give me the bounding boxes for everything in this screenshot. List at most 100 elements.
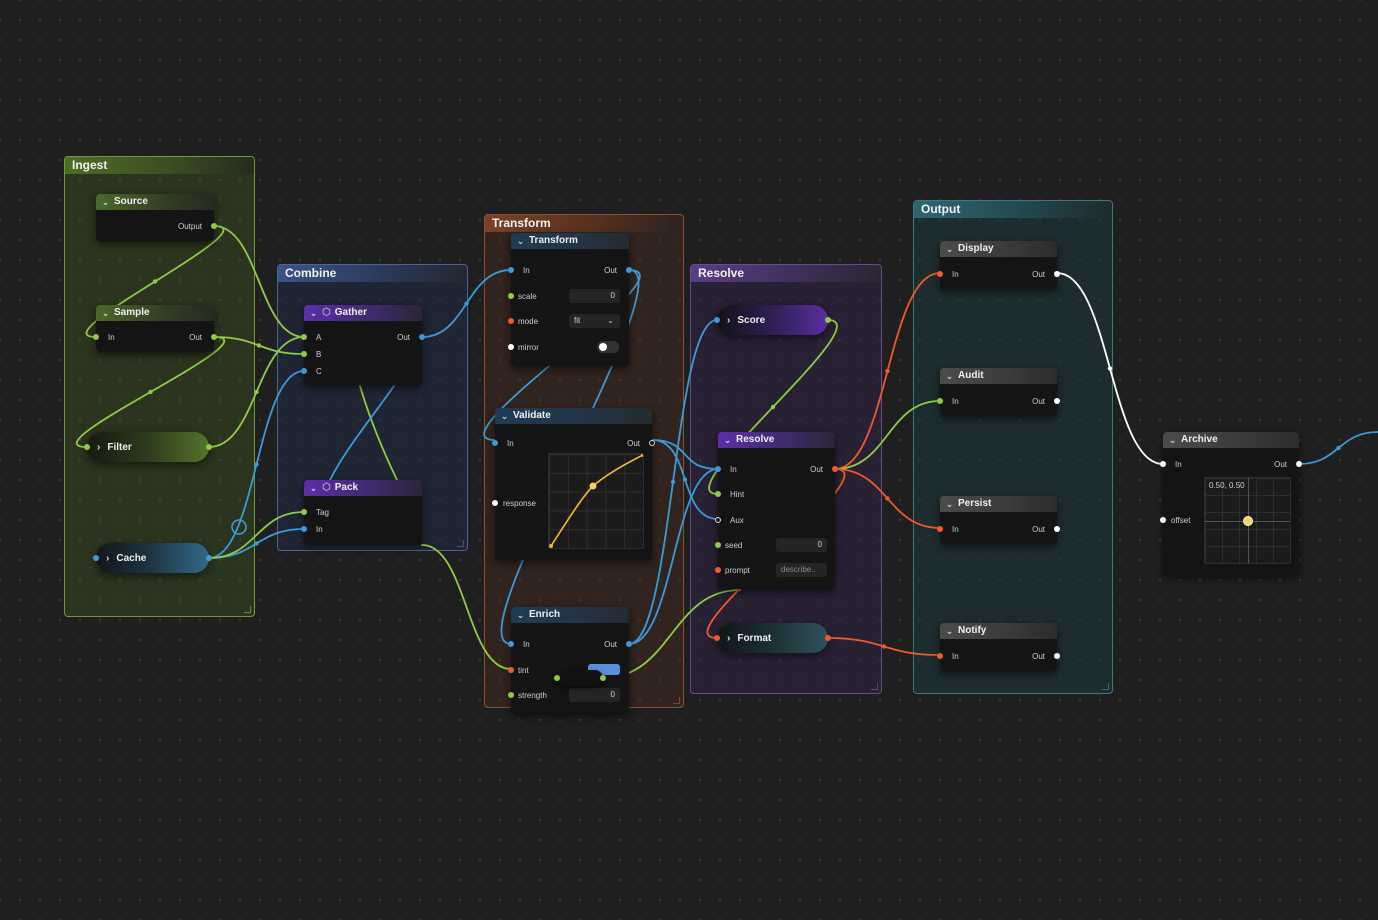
frame-resize-handle[interactable]	[1102, 683, 1109, 690]
param-socket[interactable]	[508, 318, 514, 324]
output-socket[interactable]	[1054, 398, 1060, 404]
output-socket[interactable]	[211, 223, 217, 229]
node-filter-collapsed[interactable]: › Filter	[84, 432, 212, 462]
reroute-knot[interactable]	[554, 670, 606, 686]
input-socket[interactable]	[937, 271, 943, 277]
frame-resize-handle[interactable]	[871, 683, 878, 690]
input-socket[interactable]	[714, 317, 720, 323]
input-socket[interactable]	[84, 444, 90, 450]
node-header[interactable]: ⌄ Resolve	[718, 432, 835, 448]
node-transform[interactable]: ⌄ Transform In Out scale 0 mode fit ⌄ mirro…	[508, 233, 632, 366]
reroute-socket[interactable]	[554, 675, 560, 681]
frame-resize-handle[interactable]	[244, 606, 251, 613]
seed-number-field[interactable]: 0	[776, 538, 827, 552]
input-socket[interactable]	[715, 491, 721, 497]
chevron-right-icon[interactable]: ›	[727, 315, 730, 326]
strength-number-field[interactable]: 0	[569, 688, 620, 702]
output-socket[interactable]	[206, 555, 212, 561]
input-socket[interactable]	[715, 466, 721, 472]
output-socket[interactable]	[825, 317, 831, 323]
node-header[interactable]: ⌄ Notify	[940, 623, 1057, 639]
node-header[interactable]: ⌄ Persist	[940, 496, 1057, 512]
param-socket[interactable]	[508, 344, 514, 350]
curve-control-handle[interactable]	[589, 482, 597, 490]
input-socket[interactable]	[508, 641, 514, 647]
node-pack[interactable]: ⌄ ⬡ Pack Tag In	[301, 480, 422, 544]
node-cache-collapsed[interactable]: › Cache	[93, 543, 212, 573]
output-socket[interactable]	[825, 635, 831, 641]
chevron-down-icon[interactable]: ⌄	[945, 496, 954, 512]
chevron-right-icon[interactable]: ›	[106, 553, 109, 564]
output-socket[interactable]	[1296, 461, 1302, 467]
node-header[interactable]: ⌄ ⬡ Pack	[304, 480, 422, 496]
input-socket[interactable]	[93, 334, 99, 340]
output-socket[interactable]	[1054, 271, 1060, 277]
mirror-toggle[interactable]	[597, 341, 619, 353]
chevron-down-icon[interactable]: ⌄	[101, 305, 110, 321]
wire-format-notify-midpoint[interactable]	[881, 644, 887, 649]
param-socket[interactable]	[508, 293, 514, 299]
chevron-down-icon[interactable]: ⌄	[500, 408, 509, 424]
output-socket[interactable]	[626, 267, 632, 273]
curve-endpoint-handle[interactable]	[549, 544, 553, 548]
reroute-socket[interactable]	[600, 675, 606, 681]
offset-xy-pad[interactable]: 0.50, 0.50	[1204, 477, 1291, 564]
wire-resolve-display-midpoint[interactable]	[885, 368, 890, 374]
wire-sample-gather-b-midpoint[interactable]	[256, 343, 262, 348]
response-curve-editor[interactable]	[548, 453, 644, 549]
output-socket[interactable]	[1054, 526, 1060, 532]
node-graph-canvas[interactable]: Ingest Combine Transform Resolve Output …	[0, 0, 1378, 920]
output-socket[interactable]	[211, 334, 217, 340]
chevron-right-icon[interactable]: ›	[97, 442, 100, 453]
output-socket[interactable]	[206, 444, 212, 450]
input-socket[interactable]	[937, 653, 943, 659]
chevron-down-icon[interactable]: ⌄	[723, 432, 732, 448]
node-validate[interactable]: ⌄ Validate In Out response	[492, 408, 655, 560]
input-socket[interactable]	[301, 351, 307, 357]
node-display[interactable]: ⌄ Display In Out	[937, 241, 1060, 289]
output-socket[interactable]	[419, 334, 425, 340]
node-resolve[interactable]: ⌄ Resolve In Out Hint Aux seed 0 prompt de…	[715, 432, 838, 589]
wire-resolve-persist-midpoint[interactable]	[885, 496, 890, 501]
chevron-down-icon[interactable]: ⌄	[945, 241, 954, 257]
input-socket[interactable]	[937, 398, 943, 404]
wire-archive-out[interactable]	[1298, 431, 1378, 465]
chevron-down-icon[interactable]: ⌄	[309, 305, 318, 321]
input-socket[interactable]	[937, 526, 943, 532]
chevron-down-icon[interactable]: ⌄	[516, 233, 525, 249]
chevron-down-icon[interactable]: ⌄	[101, 194, 110, 210]
input-socket[interactable]	[508, 267, 514, 273]
input-socket[interactable]	[93, 555, 99, 561]
node-header[interactable]: ⌄ Display	[940, 241, 1057, 257]
output-socket[interactable]	[1054, 653, 1060, 659]
wire-archive-out-midpoint[interactable]	[1336, 445, 1341, 451]
output-socket[interactable]	[626, 641, 632, 647]
node-sample[interactable]: ⌄ Sample In Out	[93, 305, 217, 352]
param-socket[interactable]	[1160, 517, 1166, 523]
node-header[interactable]: ⌄ ⬡ Gather	[304, 305, 422, 321]
scale-number-field[interactable]: 0	[569, 289, 620, 303]
chevron-down-icon[interactable]: ⌄	[1168, 432, 1177, 448]
chevron-down-icon[interactable]: ⌄	[516, 607, 525, 623]
input-socket[interactable]	[1160, 461, 1166, 467]
node-gather[interactable]: ⌄ ⬡ Gather A Out B C	[301, 305, 425, 385]
input-socket[interactable]	[714, 635, 720, 641]
param-socket[interactable]	[508, 692, 514, 698]
mode-select[interactable]: fit ⌄	[569, 314, 620, 328]
node-header[interactable]: ⌄ Source	[96, 194, 214, 210]
node-header[interactable]: ⌄ Sample	[96, 305, 214, 321]
param-socket[interactable]	[715, 567, 721, 573]
node-archive[interactable]: ⌄ Archive In Out offset 0.50, 0.50	[1160, 432, 1302, 575]
node-header[interactable]: ⌄ Enrich	[511, 607, 629, 623]
input-socket[interactable]	[492, 440, 498, 446]
frame-resize-handle[interactable]	[457, 540, 464, 547]
input-socket[interactable]	[715, 517, 721, 523]
chevron-right-icon[interactable]: ›	[727, 633, 730, 644]
node-enrich[interactable]: ⌄ Enrich In Out tint strength 0	[508, 607, 632, 713]
prompt-text-field[interactable]: describe..	[776, 563, 827, 577]
chevron-down-icon[interactable]: ⌄	[945, 623, 954, 639]
node-format-collapsed[interactable]: › Format	[714, 623, 831, 653]
node-notify[interactable]: ⌄ Notify In Out	[937, 623, 1060, 671]
node-header[interactable]: ⌄ Archive	[1163, 432, 1299, 448]
node-persist[interactable]: ⌄ Persist In Out	[937, 496, 1060, 544]
